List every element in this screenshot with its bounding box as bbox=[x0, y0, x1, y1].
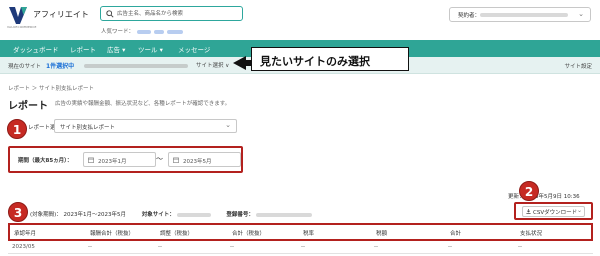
summary-period-label: (対象期間)： bbox=[30, 212, 62, 218]
selected-count: 1件選択中 bbox=[46, 63, 75, 70]
step-marker-1: 1 bbox=[7, 119, 27, 139]
period-frame: 期間（最大85ヵ月）： 2023年1月 〜 2023年5月 bbox=[8, 146, 243, 173]
table-cell: -- bbox=[518, 244, 522, 250]
step-marker-3: 3 bbox=[8, 202, 28, 222]
csv-download-label: CSVダウンロード bbox=[533, 210, 578, 216]
table-cell: -- bbox=[88, 244, 92, 250]
nav-report[interactable]: レポート bbox=[70, 44, 96, 54]
table-cell: -- bbox=[301, 244, 305, 250]
period-label: 期間（最大85ヵ月）： bbox=[18, 158, 73, 164]
table-header-cell[interactable]: 合計（税抜） bbox=[232, 229, 265, 237]
report-table-header: 承認年月 報酬合計（税抜） 調整（税抜） 合計（税抜） 税率 税額 合計 支払状… bbox=[8, 223, 593, 241]
callout-text: 見たいサイトのみ選択 bbox=[260, 55, 370, 68]
callout-box: 見たいサイトのみ選択 bbox=[251, 47, 409, 71]
popular-label: 人気ワード： bbox=[101, 29, 135, 35]
popular-word-link[interactable] bbox=[167, 29, 184, 34]
breadcrumb[interactable]: レポート ＞ サイト別支払レポート bbox=[8, 84, 94, 92]
report-select[interactable]: サイト別支払レポート ⌄ bbox=[54, 119, 237, 133]
reg-number-redacted bbox=[255, 212, 312, 217]
date-from-input[interactable]: 2023年1月 bbox=[83, 152, 156, 167]
page-description: 広告の実績や報酬金額、振込状況など、各種レポートが確認できます。 bbox=[55, 101, 231, 107]
table-row: 2023/05 -- -- -- -- -- -- -- bbox=[8, 241, 593, 254]
csv-frame: CSVダウンロード ⌄ bbox=[514, 202, 593, 220]
summary-period-value: 2023年1月〜2023年5月 bbox=[63, 212, 127, 218]
app-name: アフィリエイト bbox=[33, 10, 89, 19]
nav-tools[interactable]: ツール ▾ bbox=[138, 44, 163, 54]
popular-words: 人気ワード： bbox=[101, 27, 184, 35]
contract-label: 契約者： bbox=[458, 13, 481, 19]
search-icon bbox=[106, 10, 114, 18]
nav-dashboard[interactable]: ダッシュボード bbox=[13, 44, 59, 54]
current-site-label: 現在のサイト bbox=[8, 64, 42, 70]
summary-site-label: 対象サイト： bbox=[141, 212, 175, 218]
table-header-cell[interactable]: 税額 bbox=[376, 229, 387, 237]
report-select-value: サイト別支払レポート bbox=[60, 125, 116, 131]
nav-messages[interactable]: メッセージ bbox=[178, 44, 210, 54]
table-cell: -- bbox=[230, 244, 234, 250]
site-settings-link[interactable]: サイト設定 bbox=[564, 62, 592, 70]
nav-ads[interactable]: 広告 ▾ bbox=[107, 44, 125, 54]
table-header-cell[interactable]: 承認年月 bbox=[14, 229, 36, 237]
search-input[interactable] bbox=[117, 8, 239, 19]
table-cell: -- bbox=[374, 244, 378, 250]
table-header-cell[interactable]: 合計 bbox=[450, 229, 461, 237]
chevron-down-icon: ⌄ bbox=[578, 10, 584, 18]
popular-word-link[interactable] bbox=[154, 29, 165, 34]
page-title: レポート bbox=[8, 101, 48, 112]
contract-name-redacted bbox=[480, 13, 568, 17]
table-cell: -- bbox=[158, 244, 162, 250]
summary-reg-label: 登録番号： bbox=[226, 212, 254, 218]
calendar-icon bbox=[88, 157, 94, 163]
site-name-redacted bbox=[176, 212, 211, 217]
site-name-redacted bbox=[84, 64, 188, 68]
contract-select[interactable]: 契約者： ⌄ bbox=[449, 7, 591, 22]
table-cell: 2023/05 bbox=[12, 244, 35, 250]
csv-download-button[interactable]: CSVダウンロード ⌄ bbox=[522, 206, 585, 217]
search-box[interactable] bbox=[100, 6, 243, 21]
period-tilde: 〜 bbox=[156, 155, 163, 163]
chevron-down-icon: ⌄ bbox=[576, 207, 582, 214]
table-header-cell[interactable]: 調整（税抜） bbox=[160, 229, 193, 237]
date-to-value: 2023年5月 bbox=[183, 159, 212, 165]
chevron-down-icon: ⌄ bbox=[225, 121, 231, 129]
table-cell: -- bbox=[448, 244, 452, 250]
date-from-value: 2023年1月 bbox=[98, 159, 127, 165]
table-header-cell[interactable]: 支払状況 bbox=[520, 229, 542, 237]
table-header-cell[interactable]: 税率 bbox=[303, 229, 314, 237]
download-icon bbox=[526, 209, 531, 214]
date-to-input[interactable]: 2023年5月 bbox=[168, 152, 241, 167]
header: VALUECOMMERCE アフィリエイト 人気ワード： 契約者： ⌄ bbox=[0, 0, 600, 40]
site-select-dropdown[interactable]: サイト選択 ∨ bbox=[196, 61, 229, 69]
logo-subtitle: VALUECOMMERCE bbox=[7, 25, 37, 29]
valuecommerce-logo-icon[interactable] bbox=[8, 5, 28, 25]
popular-word-link[interactable] bbox=[137, 29, 152, 34]
step-marker-2: 2 bbox=[519, 181, 539, 201]
table-header-cell[interactable]: 報酬合計（税抜） bbox=[90, 229, 134, 237]
calendar-icon bbox=[173, 157, 179, 163]
summary-row: (対象期間)： 2023年1月〜2023年5月 対象サイト： 登録番号： bbox=[30, 210, 312, 218]
